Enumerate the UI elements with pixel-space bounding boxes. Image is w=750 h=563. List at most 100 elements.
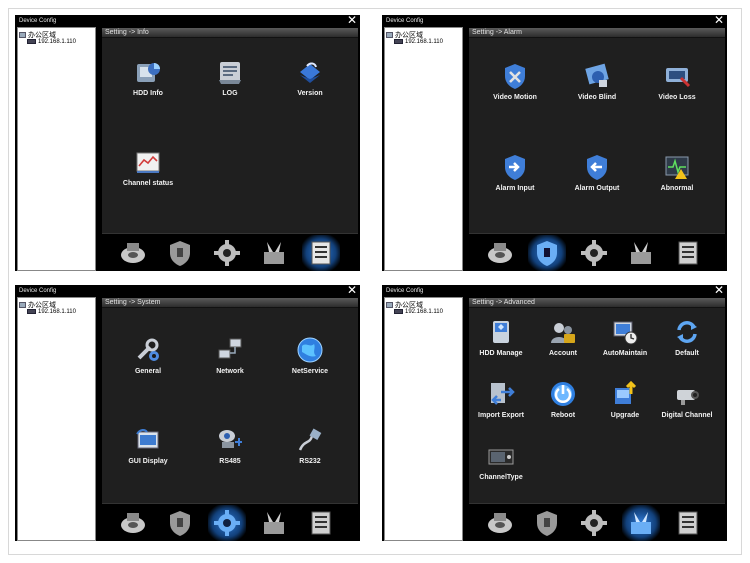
reboot-icon	[551, 382, 575, 406]
video-blind-icon	[585, 63, 609, 87]
tree-device-label: 192.168.1.110	[38, 309, 76, 316]
rs485-button[interactable]: RS485	[194, 426, 266, 484]
settings-panel: Setting -> System General Network NetSer…	[102, 298, 358, 541]
version-button[interactable]: Version	[274, 58, 346, 116]
alarm-output-button[interactable]: Alarm Output	[561, 153, 633, 211]
hdd-manage-button[interactable]: HDD Manage	[469, 318, 533, 376]
tab-info[interactable]	[302, 235, 340, 271]
tree-root-label: 办公区域	[395, 31, 423, 39]
tab-record[interactable]	[118, 238, 148, 268]
advanced-tools-icon	[631, 512, 651, 534]
video-blind-button[interactable]: Video Blind	[561, 62, 633, 120]
tab-record[interactable]	[118, 508, 148, 538]
item-label: Video Loss	[658, 94, 696, 101]
tab-alarm[interactable]	[165, 238, 195, 268]
close-icon[interactable]: ✕	[714, 285, 724, 296]
tab-advanced[interactable]	[259, 508, 289, 538]
folder-icon	[386, 32, 393, 38]
gui-display-button[interactable]: GUI Display	[112, 426, 184, 484]
tab-system[interactable]	[579, 508, 609, 538]
reboot-button[interactable]: Reboot	[531, 380, 595, 438]
log-button[interactable]: LOG	[194, 58, 266, 116]
channel-status-button[interactable]: Channel status	[112, 148, 184, 206]
digital-channel-button[interactable]: Digital Channel	[655, 380, 719, 438]
channel-type-icon	[488, 449, 514, 465]
settings-grid: Video Motion Video Blind Video Loss Alar…	[469, 38, 725, 230]
tab-advanced[interactable]	[259, 238, 289, 268]
tab-system[interactable]	[579, 238, 609, 268]
device-config-window-system: Device Config ✕ 办公区域 192.168.1.110 Setti…	[15, 285, 360, 541]
netservice-button[interactable]: NetService	[274, 336, 346, 394]
tab-alarm[interactable]	[165, 508, 195, 538]
tree-device-item[interactable]: 192.168.1.110	[27, 39, 76, 45]
general-button[interactable]: General	[112, 336, 184, 394]
default-button[interactable]: Default	[655, 318, 719, 376]
close-icon[interactable]: ✕	[714, 15, 724, 26]
item-label: HDD Info	[133, 90, 163, 97]
folder-icon	[386, 302, 393, 308]
item-label: Import Export	[478, 412, 524, 419]
tab-record[interactable]	[485, 508, 515, 538]
tab-advanced[interactable]	[626, 238, 656, 268]
tab-advanced[interactable]	[622, 505, 660, 541]
item-label: General	[134, 368, 162, 375]
item-label: RS232	[299, 458, 321, 465]
network-icon	[218, 338, 242, 359]
tab-alarm[interactable]	[528, 235, 566, 271]
rs232-icon	[298, 428, 322, 451]
info-list-icon	[678, 241, 698, 265]
network-button[interactable]: Network	[194, 336, 266, 394]
advanced-tools-icon	[631, 242, 651, 264]
tab-info[interactable]	[673, 238, 703, 268]
gui-display-icon	[136, 428, 159, 449]
hdd-info-button[interactable]: HDD Info	[112, 58, 184, 116]
tab-record[interactable]	[485, 238, 515, 268]
item-label: Alarm Output	[574, 185, 620, 192]
item-label: Account	[549, 350, 577, 357]
account-button[interactable]: Account	[531, 318, 595, 376]
import-export-button[interactable]: Import Export	[469, 380, 533, 438]
video-motion-icon	[505, 64, 525, 89]
system-gear-icon	[581, 510, 607, 536]
tab-info[interactable]	[306, 508, 336, 538]
upgrade-icon	[615, 380, 637, 404]
item-label: RS485	[219, 458, 241, 465]
upgrade-button[interactable]: Upgrade	[593, 380, 657, 438]
video-loss-icon	[666, 68, 691, 88]
alarm-shield-icon	[537, 241, 557, 266]
tab-info[interactable]	[673, 508, 703, 538]
abnormal-button[interactable]: Abnormal	[641, 153, 713, 211]
close-icon[interactable]: ✕	[347, 15, 357, 26]
video-loss-button[interactable]: Video Loss	[641, 62, 713, 120]
channel-type-button[interactable]: ChannelType	[469, 442, 533, 500]
device-tree: 办公区域 192.168.1.110	[17, 27, 96, 271]
video-motion-button[interactable]: Video Motion	[479, 62, 551, 120]
settings-grid: General Network NetService GUI Display R…	[102, 308, 358, 500]
digital-channel-icon	[677, 390, 699, 405]
automaintain-button[interactable]: AutoMaintain	[593, 318, 657, 376]
category-tab-bar	[102, 503, 358, 541]
general-icon	[137, 338, 159, 361]
tree-device-item[interactable]: 192.168.1.110	[394, 309, 443, 315]
device-tree: 办公区域 192.168.1.110	[17, 297, 96, 541]
breadcrumb: Setting -> Info	[102, 28, 358, 38]
item-label: Version	[297, 90, 323, 97]
device-tree: 办公区域 192.168.1.110	[384, 297, 463, 541]
folder-icon	[19, 302, 26, 308]
tab-alarm[interactable]	[532, 508, 562, 538]
breadcrumb: Setting -> System	[102, 298, 358, 308]
tab-system[interactable]	[212, 238, 242, 268]
tab-system[interactable]	[208, 505, 246, 541]
rs232-button[interactable]: RS232	[274, 426, 346, 484]
record-disk-icon	[121, 513, 145, 533]
alarm-input-button[interactable]: Alarm Input	[479, 153, 551, 211]
alarm-shield-icon	[170, 241, 190, 266]
settings-panel: Setting -> Info HDD Info LOG Version Cha…	[102, 28, 358, 271]
close-icon[interactable]: ✕	[347, 285, 357, 296]
tree-device-item[interactable]: 192.168.1.110	[394, 39, 443, 45]
tree-root-label: 办公区域	[28, 301, 56, 309]
category-tab-bar	[469, 233, 725, 271]
tree-device-item[interactable]: 192.168.1.110	[27, 309, 76, 315]
item-label: Network	[216, 368, 244, 375]
abnormal-icon	[665, 156, 689, 179]
